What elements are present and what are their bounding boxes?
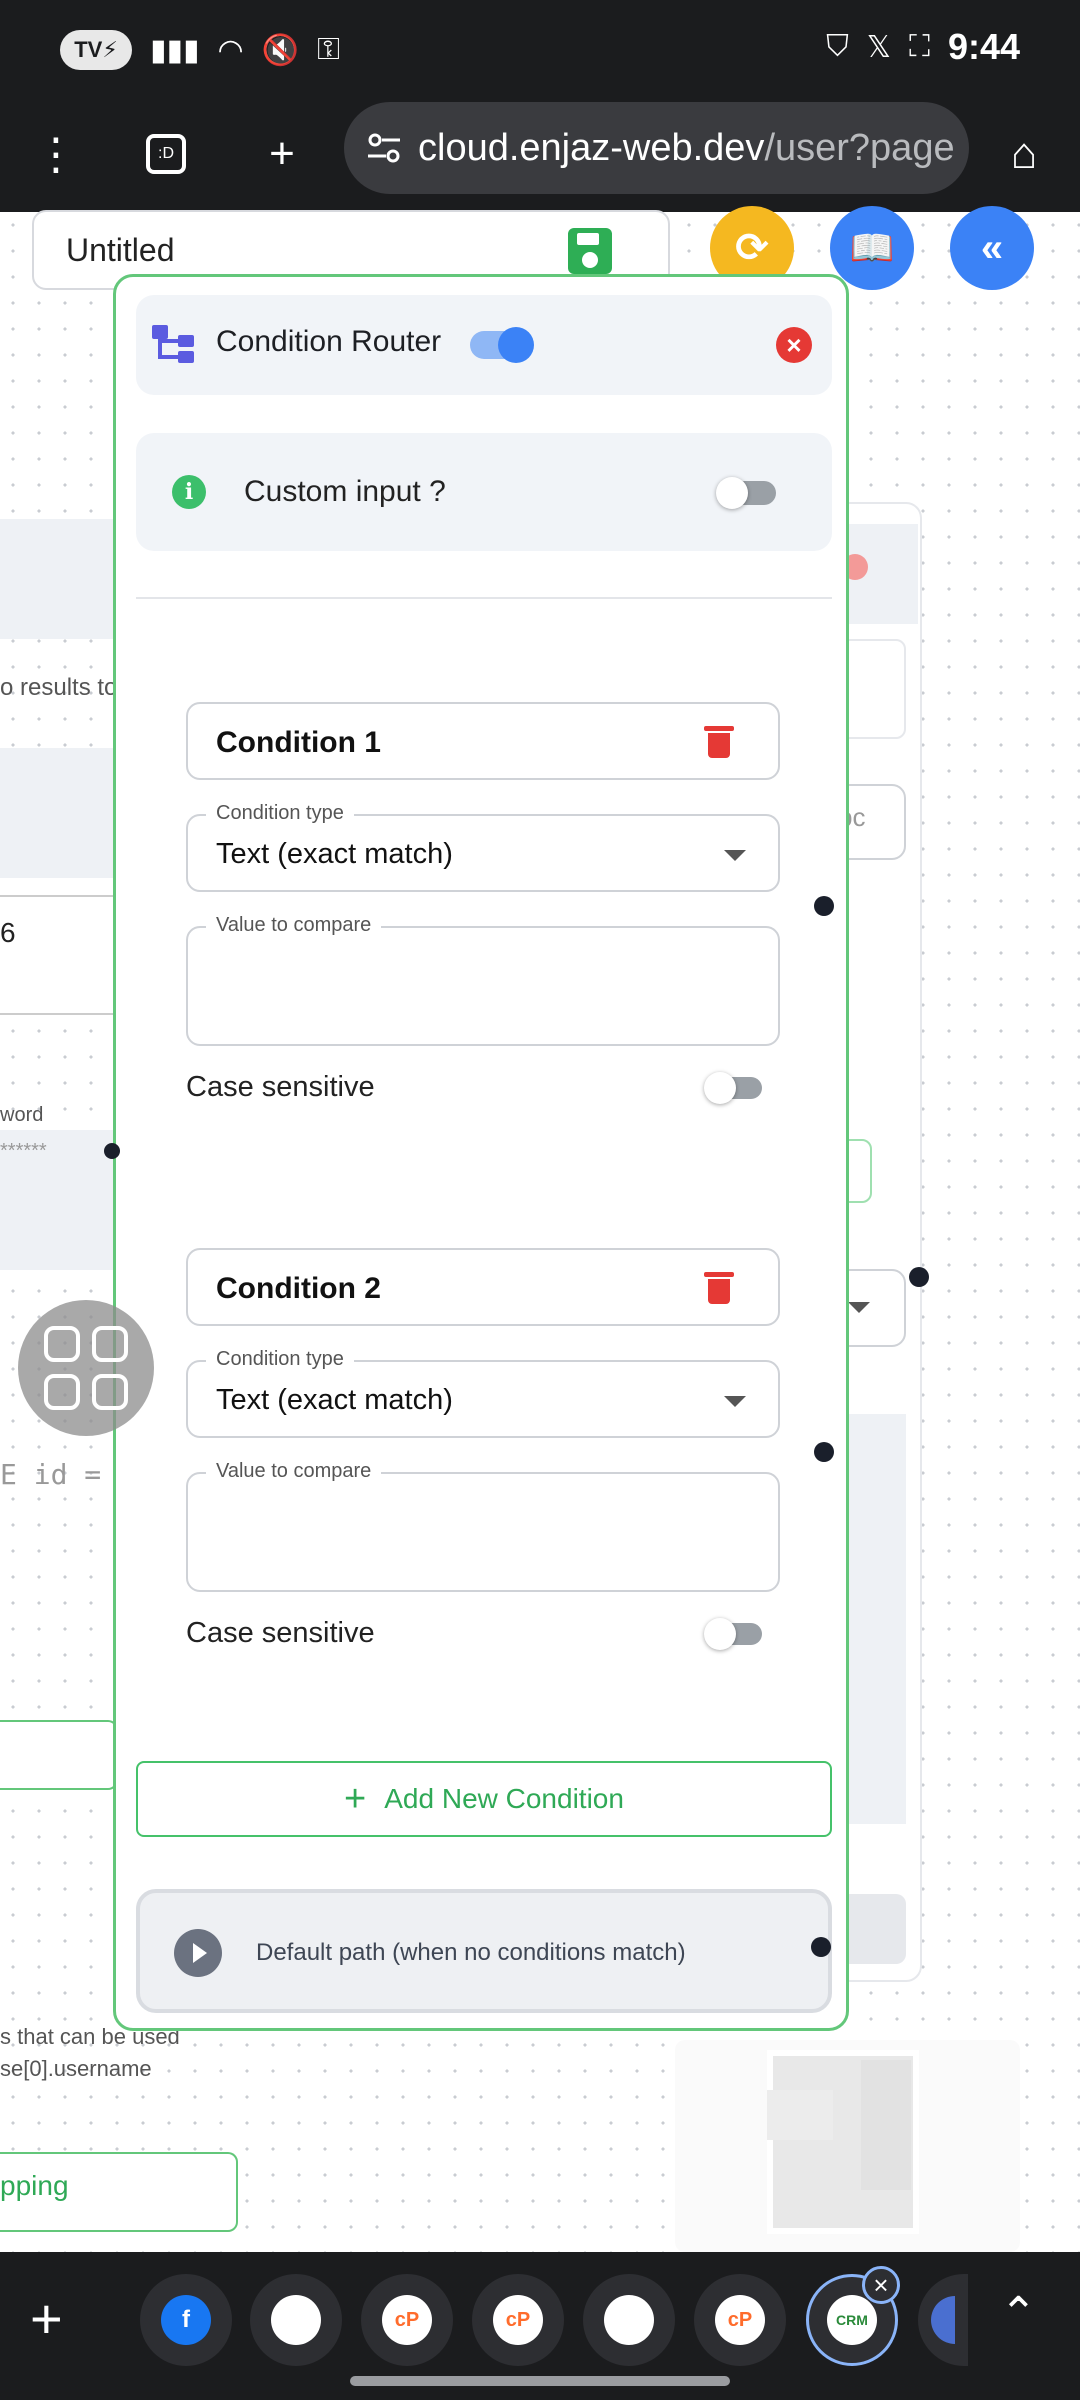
tab-partial-icon xyxy=(931,2296,955,2344)
plus-icon: + xyxy=(344,1777,367,1820)
home-icon[interactable]: ⌂ xyxy=(992,122,1056,186)
shield-icon: ⛉ xyxy=(826,30,849,63)
custom-input-row: i Custom input ? xyxy=(136,433,832,551)
cpanel-icon: cP xyxy=(493,2295,543,2345)
bg-text: o results to xyxy=(0,674,118,701)
default-path-row: Default path (when no conditions match) xyxy=(136,1889,832,2013)
double-chevron-left-icon: « xyxy=(980,225,1004,270)
new-tab-icon[interactable]: + xyxy=(250,122,314,186)
clock: 9:44 xyxy=(947,26,1020,67)
workflow-title-text: Untitled xyxy=(66,231,175,268)
url-bar[interactable]: cloud.enjaz-web.dev/user?page xyxy=(344,102,969,194)
play-icon xyxy=(174,1929,222,1977)
bg-caret xyxy=(848,1302,870,1313)
add-condition-label: Add New Condition xyxy=(384,1783,624,1814)
bg-text: word xyxy=(0,1104,44,1126)
condition-type-value: Text (exact match) xyxy=(216,838,453,870)
field-label: Condition type xyxy=(206,1348,354,1371)
bg-text: pping xyxy=(0,2170,69,2201)
collapse-button[interactable]: « xyxy=(950,206,1034,290)
docs-button[interactable]: 📖 xyxy=(830,206,914,290)
node-enable-toggle[interactable] xyxy=(470,327,534,363)
field-label: Value to compare xyxy=(206,1460,382,1483)
tab-cpanel-3[interactable]: cP xyxy=(694,2274,786,2366)
chevron-down-icon xyxy=(724,850,746,861)
condition-name: Condition 2 xyxy=(216,1272,381,1305)
screenshot-icon: ⛶ xyxy=(908,30,930,63)
close-icon[interactable]: × xyxy=(776,327,812,363)
wifi-icon: ◠ xyxy=(217,33,244,67)
bg-text: 6 xyxy=(0,917,16,948)
condition-router-node[interactable]: Condition Router × i Custom input ? Cond… xyxy=(113,274,849,2031)
trash-icon[interactable] xyxy=(704,726,734,758)
url-host: cloud.enjaz-web.dev xyxy=(418,126,765,169)
bg-node-handle[interactable] xyxy=(909,1267,929,1287)
info-icon: i xyxy=(172,475,206,509)
condition-name: Condition 1 xyxy=(216,726,381,759)
condition-1-header[interactable]: Condition 1 xyxy=(186,702,780,780)
trash-icon[interactable] xyxy=(704,1272,734,1304)
site-settings-icon[interactable] xyxy=(366,130,402,166)
condition-2-value-input[interactable]: Value to compare xyxy=(186,1460,780,1592)
add-condition-button[interactable]: + Add New Condition xyxy=(136,1761,832,1837)
condition-type-value: Text (exact match) xyxy=(216,1384,453,1416)
gesture-nav-bar[interactable] xyxy=(350,2376,730,2386)
menu-dots-icon[interactable]: ⋮ xyxy=(24,122,88,186)
close-tab-icon[interactable]: × xyxy=(862,2266,900,2304)
book-icon: 📖 xyxy=(849,227,895,268)
cpanel-icon: cP xyxy=(715,2295,765,2345)
save-icon[interactable] xyxy=(568,228,612,274)
default-path-label: Default path (when no conditions match) xyxy=(256,1939,686,1966)
facebook-icon: f xyxy=(161,2295,211,2345)
cpanel-icon: cP xyxy=(382,2295,432,2345)
custom-input-toggle[interactable] xyxy=(716,477,776,509)
case-sensitive-label: Case sensitive xyxy=(186,1617,375,1649)
tab-blank-2[interactable] xyxy=(583,2274,675,2366)
refresh-icon: ⟳ xyxy=(735,226,769,270)
custom-input-label: Custom input ? xyxy=(244,475,446,508)
x-icon: 𝕏 xyxy=(866,30,891,64)
condition-1-value-input[interactable]: Value to compare xyxy=(186,914,780,1046)
tab-cpanel-2[interactable]: cP xyxy=(472,2274,564,2366)
router-icon xyxy=(152,325,194,363)
condition-1-case-toggle[interactable] xyxy=(704,1072,762,1104)
bg-text: ****** xyxy=(0,1140,47,1162)
field-label: Value to compare xyxy=(206,914,382,937)
tab-facebook[interactable]: f xyxy=(140,2274,232,2366)
blank-tab-icon xyxy=(271,2295,321,2345)
bg-text: se[0].username xyxy=(0,2056,152,2081)
condition-2-case-toggle[interactable] xyxy=(704,1618,762,1650)
bg-text: E id = xyxy=(0,1458,102,1491)
node-input-handle[interactable] xyxy=(104,1143,120,1159)
tab-partial[interactable] xyxy=(918,2274,968,2366)
status-bar: TV ⚡ ▮▮▮ ◠ 🔇 ⚿ ⛉ 𝕏 ⛶ 9:44 xyxy=(0,0,1080,96)
node-header: Condition Router × xyxy=(136,295,832,395)
new-tab-plus-icon[interactable]: + xyxy=(30,2286,63,2351)
condition-1-output-handle[interactable] xyxy=(814,896,834,916)
node-title: Condition Router xyxy=(216,325,442,358)
condition-2-header[interactable]: Condition 2 xyxy=(186,1248,780,1326)
condition-2-type-select[interactable]: Condition type Text (exact match) xyxy=(186,1348,780,1438)
mute-icon: 🔇 xyxy=(261,33,300,67)
signal-icon: ▮▮▮ xyxy=(150,33,200,67)
tab-cpanel-1[interactable]: cP xyxy=(361,2274,453,2366)
url-path: /user?page xyxy=(764,126,955,169)
field-label: Condition type xyxy=(206,802,354,825)
tab-blank-1[interactable] xyxy=(250,2274,342,2366)
minimap[interactable] xyxy=(675,2040,1020,2252)
tv-pill-indicator: TV ⚡ xyxy=(60,30,132,70)
assistive-touch-icon[interactable] xyxy=(18,1300,154,1436)
tabs-icon[interactable]: :D xyxy=(134,122,198,186)
condition-2-output-handle[interactable] xyxy=(814,1442,834,1462)
condition-1-type-select[interactable]: Condition type Text (exact match) xyxy=(186,802,780,892)
divider xyxy=(136,597,832,599)
blank-tab-icon xyxy=(604,2295,654,2345)
key-icon: ⚿ xyxy=(317,33,340,66)
crm-icon: CRM xyxy=(827,2295,877,2345)
case-sensitive-label: Case sensitive xyxy=(186,1071,375,1103)
chevron-up-icon[interactable]: ⌃ xyxy=(1000,2288,1037,2339)
chevron-down-icon xyxy=(724,1396,746,1407)
default-output-handle[interactable] xyxy=(811,1937,831,1957)
